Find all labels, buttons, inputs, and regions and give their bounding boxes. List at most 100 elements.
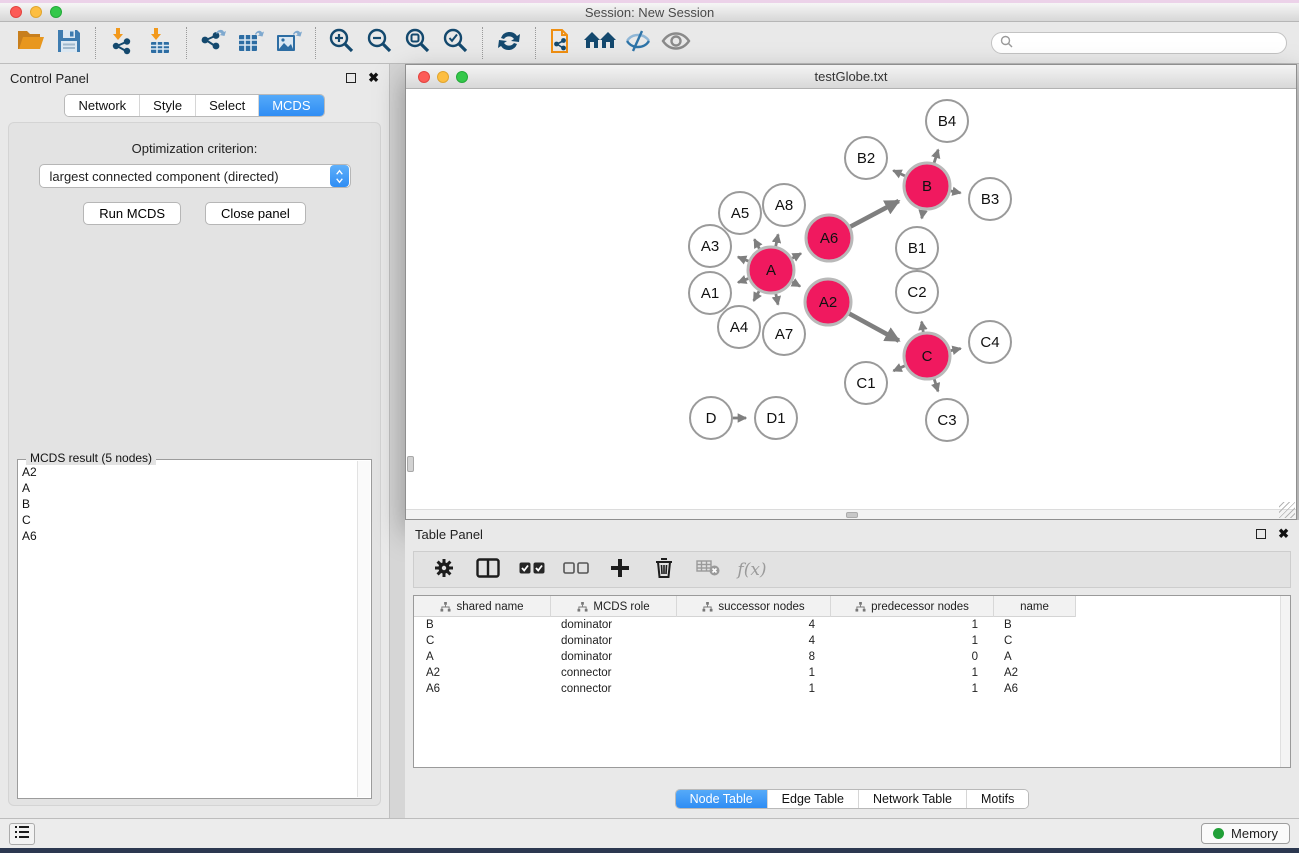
float-panel-icon[interactable] — [346, 73, 356, 83]
graph-node-B[interactable]: B — [904, 163, 950, 209]
graph-node-B4[interactable]: B4 — [926, 100, 968, 142]
tab-select[interactable]: Select — [195, 95, 258, 116]
zoom-out-button[interactable] — [361, 26, 399, 60]
graph-node-C2[interactable]: C2 — [896, 271, 938, 313]
graph-edge-A-A1[interactable] — [738, 278, 748, 282]
open-session-button[interactable] — [12, 26, 50, 60]
tab-network[interactable]: Network — [65, 95, 139, 116]
graph-node-B2[interactable]: B2 — [845, 137, 887, 179]
search-input[interactable] — [1017, 36, 1278, 50]
export-table-button[interactable] — [232, 26, 270, 60]
tab-style[interactable]: Style — [139, 95, 195, 116]
graph-node-B1[interactable]: B1 — [896, 227, 938, 269]
graph-edge-A2-C[interactable] — [849, 313, 899, 340]
graph-node-D1[interactable]: D1 — [755, 397, 797, 439]
column-header-successor-nodes[interactable]: successor nodes — [677, 596, 831, 617]
close-panel-icon[interactable]: ✖ — [1278, 526, 1289, 542]
graph-edge-A-A8[interactable] — [776, 234, 778, 246]
network-window-titlebar[interactable]: testGlobe.txt — [406, 65, 1296, 89]
export-image-button[interactable] — [270, 26, 308, 60]
float-panel-icon[interactable] — [1256, 529, 1266, 539]
graph-edge-A-A4[interactable] — [754, 291, 760, 301]
graph-node-A5[interactable]: A5 — [719, 192, 761, 234]
import-table-button[interactable] — [141, 26, 179, 60]
column-header-mcds-role[interactable]: MCDS role — [551, 596, 677, 617]
tab-mcds[interactable]: MCDS — [258, 95, 323, 116]
close-network-window-button[interactable] — [418, 71, 430, 83]
deselect-all-rows-button[interactable] — [554, 554, 598, 586]
add-column-button[interactable] — [598, 554, 642, 586]
graph-node-A1[interactable]: A1 — [689, 272, 731, 314]
graph-node-A8[interactable]: A8 — [763, 184, 805, 226]
network-canvas[interactable]: B4B2BB3A8A5A6A3B1AC2A1A2A4A7C4CC1DD1C3 — [406, 90, 1296, 509]
graph-edge-A-A3[interactable] — [738, 257, 749, 261]
graph-edge-B-B2[interactable] — [893, 171, 905, 176]
open-network-file-button[interactable] — [543, 26, 581, 60]
result-list-scrollbar[interactable] — [357, 461, 370, 797]
graph-node-A6[interactable]: A6 — [806, 215, 852, 261]
memory-button[interactable]: Memory — [1201, 823, 1290, 844]
task-history-button[interactable] — [9, 823, 35, 845]
table-row[interactable]: Bdominator41B — [414, 617, 1290, 633]
minimize-window-button[interactable] — [30, 6, 42, 18]
list-item[interactable]: B — [22, 496, 356, 512]
graph-edge-A-A2[interactable] — [792, 282, 800, 287]
minimize-network-window-button[interactable] — [437, 71, 449, 83]
graph-node-C4[interactable]: C4 — [969, 321, 1011, 363]
zoom-network-window-button[interactable] — [456, 71, 468, 83]
zoom-selected-button[interactable] — [437, 26, 475, 60]
graph-node-A3[interactable]: A3 — [689, 225, 731, 267]
refresh-network-button[interactable] — [490, 26, 528, 60]
run-mcds-button[interactable]: Run MCDS — [83, 202, 181, 225]
graph-edge-A-A5[interactable] — [754, 239, 759, 249]
graph-edge-B-B3[interactable] — [951, 191, 961, 193]
graph-node-A2[interactable]: A2 — [805, 279, 851, 325]
select-all-rows-button[interactable] — [510, 554, 554, 586]
graph-edge-A6-B[interactable] — [850, 201, 899, 227]
list-item[interactable]: C — [22, 512, 356, 528]
graph-node-A4[interactable]: A4 — [718, 306, 760, 348]
zoom-fit-button[interactable] — [399, 26, 437, 60]
graph-node-B3[interactable]: B3 — [969, 178, 1011, 220]
graph-edge-C-C3[interactable] — [934, 379, 938, 391]
tab-edge-table[interactable]: Edge Table — [767, 790, 858, 808]
import-network-button[interactable] — [103, 26, 141, 60]
save-session-button[interactable] — [50, 26, 88, 60]
zoom-in-button[interactable] — [323, 26, 361, 60]
function-builder-button[interactable]: f(x) — [730, 554, 774, 586]
graph-edge-B-B1[interactable] — [922, 210, 923, 219]
zoom-window-button[interactable] — [50, 6, 62, 18]
tab-motifs[interactable]: Motifs — [966, 790, 1028, 808]
column-header-predecessor-nodes[interactable]: predecessor nodes — [831, 596, 994, 617]
close-panel-button[interactable]: Close panel — [205, 202, 306, 225]
table-row[interactable]: A2connector11A2 — [414, 665, 1290, 681]
graph-edge-C-C1[interactable] — [893, 366, 905, 371]
graph-node-D[interactable]: D — [690, 397, 732, 439]
delete-table-button[interactable] — [686, 554, 730, 586]
network-vertical-scrollbar-thumb[interactable] — [407, 456, 414, 472]
graph-node-C[interactable]: C — [904, 333, 950, 379]
graph-edge-A-A7[interactable] — [776, 294, 778, 305]
graph-node-C3[interactable]: C3 — [926, 399, 968, 441]
search-field[interactable] — [991, 32, 1287, 54]
column-header-shared-name[interactable]: shared name — [414, 596, 551, 617]
tab-node-table[interactable]: Node Table — [676, 790, 767, 808]
close-panel-icon[interactable]: ✖ — [368, 70, 379, 86]
split-view-button[interactable] — [466, 554, 510, 586]
table-row[interactable]: Cdominator41C — [414, 633, 1290, 649]
close-window-button[interactable] — [10, 6, 22, 18]
table-settings-button[interactable] — [422, 554, 466, 586]
show-graphics-details-button[interactable] — [657, 26, 695, 60]
column-header-name[interactable]: name — [994, 596, 1076, 617]
delete-columns-button[interactable] — [642, 554, 686, 586]
network-horizontal-scrollbar-thumb[interactable] — [846, 512, 858, 518]
window-resize-grip[interactable] — [1279, 502, 1295, 518]
table-row[interactable]: Adominator80A — [414, 649, 1290, 665]
table-row[interactable]: A6connector11A6 — [414, 681, 1290, 697]
graph-edge-C-C4[interactable] — [950, 349, 960, 351]
graph-edge-B-B4[interactable] — [934, 150, 938, 163]
table-scrollbar[interactable] — [1280, 596, 1290, 767]
export-network-button[interactable] — [194, 26, 232, 60]
tab-network-table[interactable]: Network Table — [858, 790, 966, 808]
hide-graphics-details-button[interactable] — [619, 26, 657, 60]
